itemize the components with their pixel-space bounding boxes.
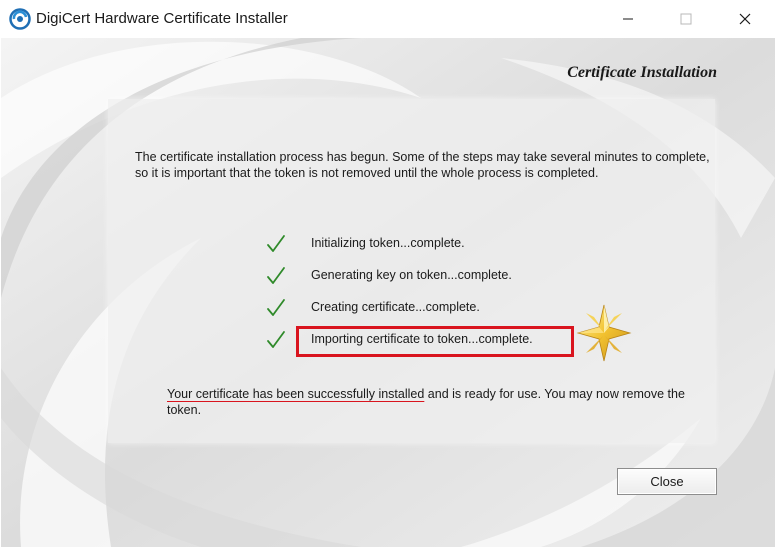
minimize-icon — [623, 18, 633, 20]
window-close-button[interactable] — [716, 0, 774, 38]
checkmark-icon — [267, 299, 285, 316]
digicert-logo-icon — [9, 8, 31, 30]
close-icon — [739, 13, 751, 25]
success-message-highlight: Your certificate has been successfully i… — [167, 387, 425, 401]
star-icon — [576, 304, 632, 362]
maximize-button[interactable] — [657, 0, 715, 38]
step-initializing: Initializing token...complete. — [265, 233, 585, 255]
step-label: Generating key on token...complete. — [311, 268, 512, 282]
checkmark-icon — [267, 235, 285, 252]
step-label: Initializing token...complete. — [311, 236, 465, 250]
minimize-button[interactable] — [599, 0, 657, 38]
close-button[interactable]: Close — [617, 468, 717, 495]
window-title: DigiCert Hardware Certificate Installer — [36, 10, 288, 27]
page-title: Certificate Installation — [567, 64, 717, 81]
installer-window: DigiCert Hardware Certificate Installer — [0, 0, 776, 548]
success-message: Your certificate has been successfully i… — [167, 386, 687, 418]
title-bar[interactable]: DigiCert Hardware Certificate Installer — [0, 0, 776, 38]
checkmark-icon — [267, 331, 285, 348]
step-creating-certificate: Creating certificate...complete. — [265, 297, 585, 319]
step-generating-key: Generating key on token...complete. — [265, 265, 585, 287]
intro-text: The certificate installation process has… — [135, 150, 710, 180]
checkmark-icon — [267, 267, 285, 284]
step-label: Creating certificate...complete. — [311, 300, 480, 314]
maximize-icon — [680, 13, 692, 25]
dialog-body: Certificate Installation The certificate… — [1, 38, 775, 547]
highlight-box — [296, 326, 574, 357]
